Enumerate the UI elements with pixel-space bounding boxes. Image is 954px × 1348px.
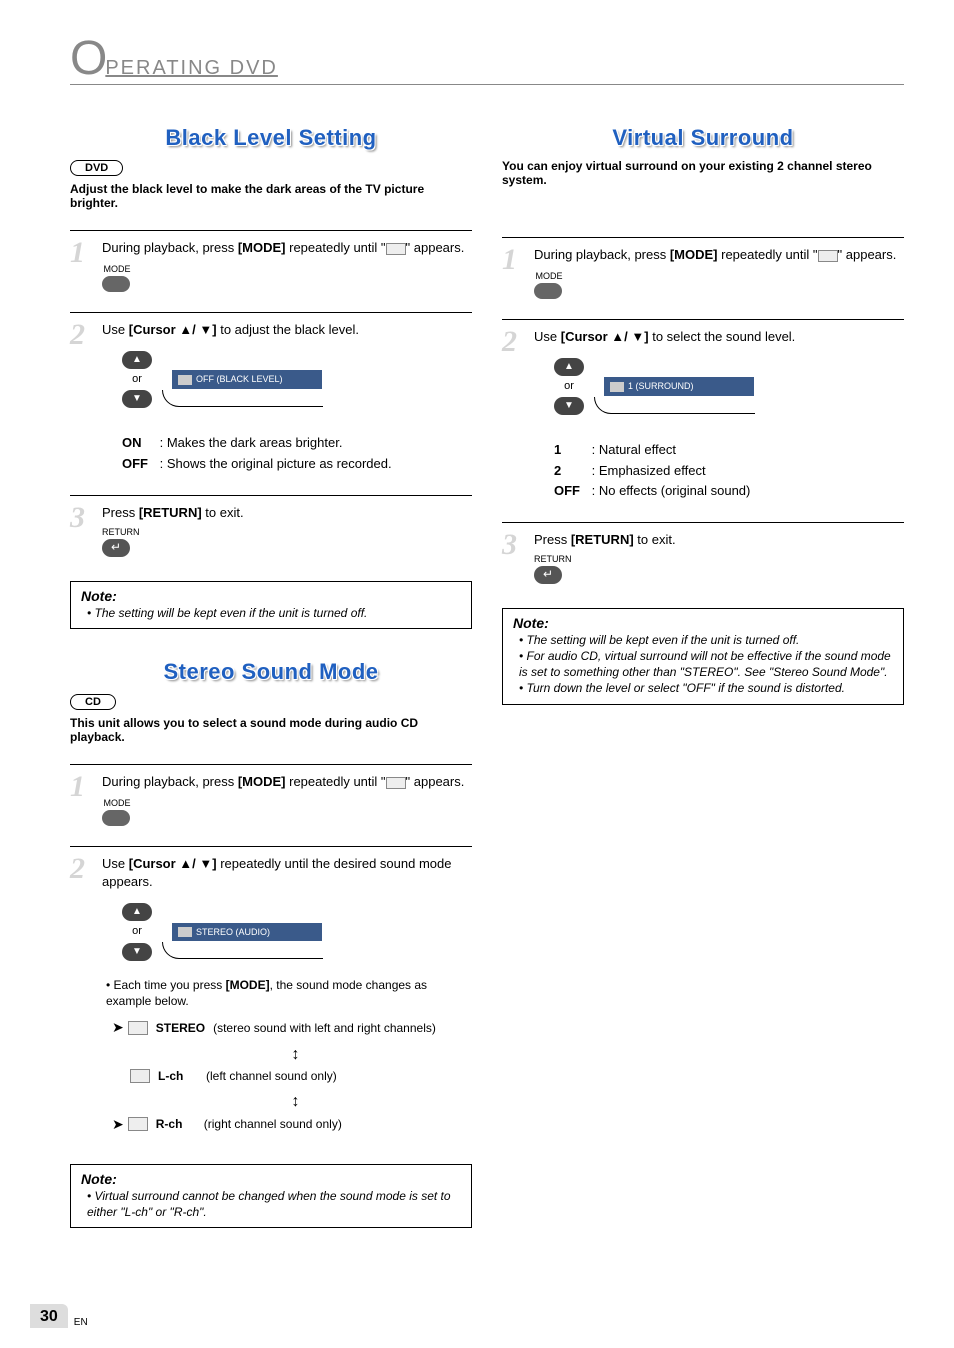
osd-virtual: 1 (SURROUND) (604, 377, 754, 396)
header-title: PERATING DVD (105, 57, 278, 80)
step-number: 3 (502, 531, 526, 558)
return-button-icon: RETURN ↵ (534, 553, 904, 584)
arrow-down-icon: ▼ (122, 943, 152, 961)
arrow-up-icon: ▲ (554, 358, 584, 376)
step-number: 2 (502, 328, 526, 355)
cursor-buttons: ▲ or ▼ (122, 903, 152, 960)
virtual-step3: 3 Press [RETURN] to exit. RETURN ↵ (502, 522, 904, 604)
note-stereo: Note: Virtual surround cannot be changed… (70, 1164, 472, 1228)
black-level-osd-icon (386, 243, 406, 255)
section-title-stereo: Stereo Sound Mode (70, 659, 472, 685)
page-header: O PERATING DVD (70, 40, 904, 85)
arrow-up-icon: ▲ (122, 903, 152, 921)
step-number: 2 (70, 855, 94, 882)
intro-stereo: This unit allows you to select a sound m… (70, 716, 472, 744)
audio-icon (130, 1069, 150, 1083)
cursor-buttons: ▲ or ▼ (122, 351, 152, 408)
badge-dvd: DVD (70, 160, 123, 176)
osd-stereo: STEREO (AUDIO) (172, 923, 322, 942)
header-letter-o: O (70, 40, 107, 78)
virtual-step2: 2 Use [Cursor ▲/ ▼] to select the sound … (502, 319, 904, 522)
sound-mode-cycle: ➤ STEREO (stereo sound with left and rig… (112, 1018, 472, 1134)
audio-icon (128, 1021, 148, 1035)
updown-arrow-icon (116, 1044, 472, 1062)
step-number: 1 (502, 246, 526, 273)
mode-button-icon: MODE (534, 270, 904, 299)
step-number: 1 (70, 239, 94, 266)
virtual-osd-icon (818, 250, 838, 262)
cycle-arrow-icon: ➤ (112, 1018, 124, 1038)
mode-button-icon: MODE (102, 797, 472, 826)
arrow-up-icon: ▲ (122, 351, 152, 369)
cursor-buttons: ▲ or ▼ (554, 358, 584, 415)
updown-arrow-icon (116, 1091, 472, 1109)
intro-black-level: Adjust the black level to make the dark … (70, 182, 472, 210)
black-level-step2: 2 Use [Cursor ▲/ ▼] to adjust the black … (70, 312, 472, 495)
return-button-icon: RETURN ↵ (102, 526, 472, 557)
step-number: 2 (70, 321, 94, 348)
stereo-osd-icon (386, 777, 406, 789)
section-title-virtual: Virtual Surround (502, 125, 904, 151)
step-number: 1 (70, 773, 94, 800)
note-virtual: Note: The setting will be kept even if t… (502, 608, 904, 705)
cycle-arrow-icon: ➤ (112, 1115, 124, 1135)
arrow-down-icon: ▼ (554, 397, 584, 415)
mode-button-icon: MODE (102, 263, 472, 292)
section-title-black-level: Black Level Setting (70, 125, 472, 151)
badge-cd: CD (70, 694, 116, 710)
stereo-step2: 2 Use [Cursor ▲/ ▼] repeatedly until the… (70, 846, 472, 1160)
step-number: 3 (70, 504, 94, 531)
osd-black-level: OFF (BLACK LEVEL) (172, 370, 322, 389)
osd-icon (178, 927, 192, 937)
virtual-step1: 1 During playback, press [MODE] repeated… (502, 237, 904, 319)
intro-virtual: You can enjoy virtual surround on your e… (502, 159, 904, 187)
black-level-step3: 3 Press [RETURN] to exit. RETURN ↵ (70, 495, 472, 577)
audio-icon (128, 1117, 148, 1131)
arrow-down-icon: ▼ (122, 390, 152, 408)
note-black-level: Note: The setting will be kept even if t… (70, 581, 472, 630)
osd-icon (610, 382, 624, 392)
page-number: 30 EN (30, 1304, 88, 1328)
black-level-step1: 1 During playback, press [MODE] repeated… (70, 230, 472, 312)
osd-icon (178, 375, 192, 385)
stereo-step1: 1 During playback, press [MODE] repeated… (70, 764, 472, 846)
